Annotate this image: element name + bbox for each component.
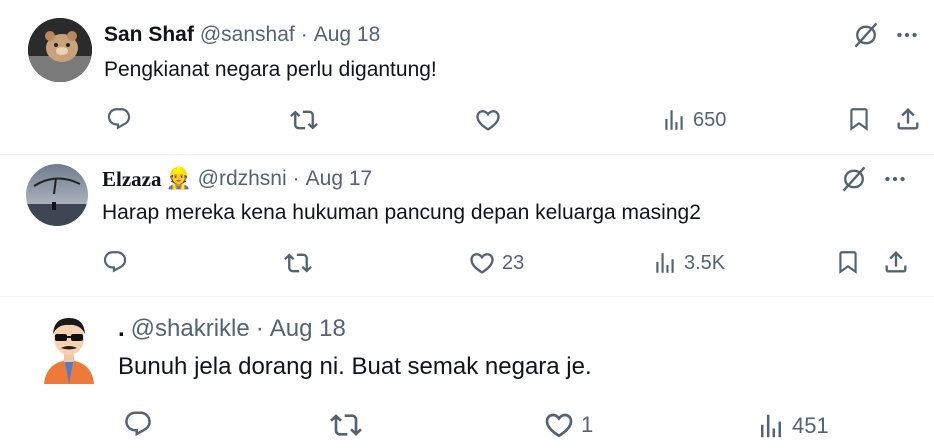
- views-count: 650: [693, 108, 727, 131]
- tweet[interactable]: Elzaza 👷 @rdzhsni · Aug 17 Harap mereka …: [0, 155, 934, 295]
- display-name[interactable]: San Shaf: [104, 23, 194, 47]
- tweet-text: Harap mereka kena hukuman pancung depan …: [102, 201, 701, 224]
- like-button[interactable]: 1: [543, 409, 593, 441]
- share-button[interactable]: [882, 248, 910, 276]
- like-icon: [543, 409, 575, 441]
- like-count: 1: [581, 412, 594, 437]
- user-handle[interactable]: @sanshaf: [200, 23, 295, 47]
- tweet-date[interactable]: Aug 18: [270, 315, 346, 343]
- views-button[interactable]: 451: [756, 411, 829, 441]
- display-name[interactable]: Elzaza: [102, 167, 161, 192]
- reply-button[interactable]: [102, 249, 128, 275]
- bookmark-button[interactable]: [835, 249, 861, 275]
- views-icon: [756, 411, 786, 441]
- retweet-button[interactable]: [330, 409, 362, 441]
- views-icon: [661, 107, 687, 133]
- avatar[interactable]: [26, 164, 88, 226]
- reply-icon: [123, 409, 153, 439]
- like-count: 23: [502, 251, 525, 274]
- share-icon: [882, 248, 910, 276]
- display-name[interactable]: .: [118, 315, 125, 343]
- views-button[interactable]: 3.5K: [652, 250, 725, 276]
- views-count: 451: [792, 413, 829, 438]
- separator: ·: [300, 23, 308, 46]
- retweet-icon: [284, 249, 312, 277]
- retweet-button[interactable]: [290, 106, 318, 134]
- reply-icon: [106, 106, 132, 132]
- like-button[interactable]: [474, 106, 502, 134]
- share-icon: [894, 105, 922, 133]
- user-handle[interactable]: @rdzhsni: [198, 167, 287, 191]
- grok-icon[interactable]: [852, 21, 880, 49]
- avatar[interactable]: [28, 18, 92, 82]
- more-icon[interactable]: [894, 22, 920, 48]
- tweet-date[interactable]: Aug 18: [314, 23, 381, 47]
- reply-button[interactable]: [123, 409, 153, 439]
- separator: ·: [292, 167, 300, 190]
- reply-button[interactable]: [106, 106, 132, 132]
- views-button[interactable]: 650: [661, 107, 726, 133]
- badge-emoji: 👷: [165, 167, 192, 190]
- bookmark-button[interactable]: [846, 106, 872, 132]
- like-icon: [468, 249, 496, 277]
- separator: ·: [255, 315, 264, 342]
- share-button[interactable]: [894, 105, 922, 133]
- retweet-button[interactable]: [284, 249, 312, 277]
- tweet[interactable]: San Shaf @sanshaf · Aug 18 Pengkianat ne…: [0, 0, 934, 150]
- bookmark-icon: [835, 249, 861, 275]
- more-icon[interactable]: [882, 166, 908, 192]
- views-count: 3.5K: [684, 251, 726, 274]
- user-handle[interactable]: @shakrikle: [131, 315, 250, 343]
- tweet-text: Bunuh jela dorang ni. Buat semak negara …: [118, 353, 592, 380]
- views-icon: [652, 250, 678, 276]
- tweet-text: Pengkianat negara perlu digantung!: [104, 58, 437, 81]
- retweet-icon: [330, 409, 362, 441]
- like-icon: [474, 106, 502, 134]
- grok-icon[interactable]: [840, 165, 868, 193]
- tweet-date[interactable]: Aug 17: [306, 167, 373, 191]
- reply-icon: [102, 249, 128, 275]
- tweet[interactable]: . @shakrikle · Aug 18 Bunuh jela dorang …: [0, 297, 934, 448]
- avatar[interactable]: [38, 310, 100, 384]
- like-button[interactable]: 23: [468, 249, 524, 277]
- bookmark-icon: [846, 106, 872, 132]
- retweet-icon: [290, 106, 318, 134]
